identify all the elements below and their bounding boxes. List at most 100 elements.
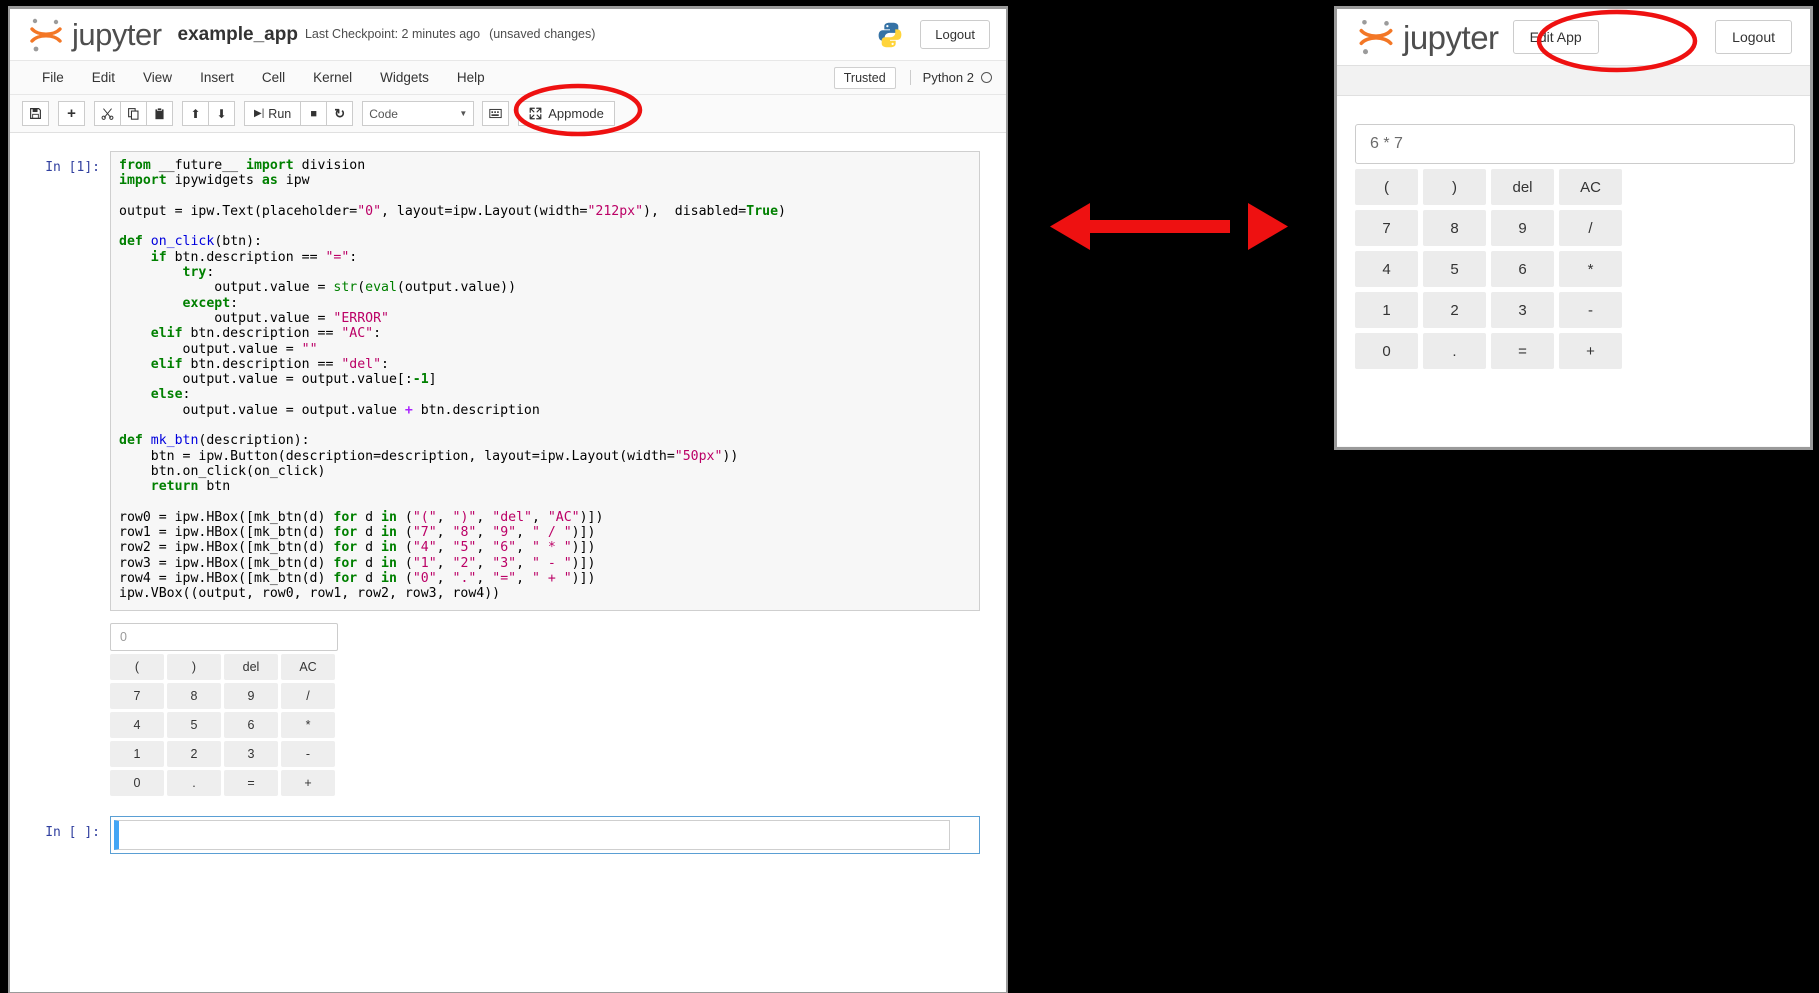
plus-icon: +	[67, 105, 76, 122]
appmode-key-9[interactable]: 9	[1491, 210, 1554, 246]
calculator-row-1: 7 8 9 /	[110, 682, 338, 709]
calc-key-4[interactable]: 4	[110, 711, 164, 738]
command-palette-button[interactable]	[482, 101, 510, 126]
cell-type-select[interactable]: Code ▼	[362, 101, 475, 126]
scissors-icon	[101, 108, 114, 120]
logout-button[interactable]: Logout	[920, 20, 990, 49]
calc-key-6[interactable]: 6	[224, 711, 278, 738]
appmode-key-divide[interactable]: /	[1559, 210, 1622, 246]
menu-file[interactable]: File	[28, 65, 78, 90]
appmode-key-5[interactable]: 5	[1423, 251, 1486, 287]
appmode-calculator-row-4: 0 . = +	[1355, 333, 1795, 369]
arrow-down-icon: ⬇	[216, 106, 227, 121]
kernel-indicator[interactable]: Python 2	[909, 70, 992, 85]
appmode-calculator-display-input[interactable]: 6 * 7	[1355, 124, 1795, 164]
calculator-display-input[interactable]: 0	[110, 622, 338, 651]
jupyter-planet-icon	[1359, 19, 1393, 55]
menu-view[interactable]: View	[129, 65, 186, 90]
calc-key-close-paren[interactable]: )	[167, 653, 221, 680]
calc-key-2[interactable]: 2	[167, 740, 221, 767]
calc-key-1[interactable]: 1	[110, 740, 164, 767]
menu-cell[interactable]: Cell	[248, 65, 299, 90]
stop-square-icon: ■	[310, 107, 318, 120]
calc-key-7[interactable]: 7	[110, 682, 164, 709]
jupyter-logo[interactable]: jupyter	[26, 16, 162, 54]
cut-cell-button[interactable]	[94, 101, 121, 126]
calc-key-equals[interactable]: =	[224, 769, 278, 796]
appmode-calculator-row-1: 7 8 9 /	[1355, 210, 1795, 246]
calc-key-plus[interactable]: +	[281, 769, 335, 796]
move-cell-down-button[interactable]: ⬇	[208, 101, 235, 126]
calc-key-multiply[interactable]: *	[281, 711, 335, 738]
run-cell-button[interactable]: ▶| Run	[244, 101, 302, 126]
menu-insert[interactable]: Insert	[186, 65, 248, 90]
copy-cell-button[interactable]	[120, 101, 147, 126]
appmode-key-6[interactable]: 6	[1491, 251, 1554, 287]
appmode-calculator-row-0: ( ) del AC	[1355, 169, 1795, 205]
menu-help[interactable]: Help	[443, 65, 499, 90]
paste-cell-button[interactable]	[146, 101, 173, 126]
calc-key-5[interactable]: 5	[167, 711, 221, 738]
save-icon	[30, 108, 41, 119]
notebook-toolbar: + ⬆ ⬇ ▶| Run ■ ↻ Code ▼ Appmode	[10, 95, 1006, 133]
calc-key-open-paren[interactable]: (	[110, 653, 164, 680]
copy-icon	[128, 108, 139, 120]
keyboard-icon	[489, 108, 502, 119]
arrow-up-icon: ⬆	[190, 106, 201, 121]
restart-kernel-button[interactable]: ↻	[326, 101, 354, 126]
menu-widgets[interactable]: Widgets	[366, 65, 443, 90]
appmode-key-decimal[interactable]: .	[1423, 333, 1486, 369]
empty-code-cell: In [ ]:	[10, 815, 1006, 854]
restart-circle-icon: ↻	[334, 105, 346, 121]
appmode-key-ac[interactable]: AC	[1559, 169, 1622, 205]
appmode-button[interactable]: Appmode	[518, 101, 615, 126]
jupyter-notebook-window: jupyter example_app Last Checkpoint: 2 m…	[8, 6, 1008, 993]
chevron-down-icon: ▼	[459, 109, 468, 118]
run-triangle-icon: ▶|	[254, 108, 265, 119]
edit-app-button[interactable]: Edit App	[1512, 20, 1599, 54]
appmode-key-4[interactable]: 4	[1355, 251, 1418, 287]
appmode-key-0[interactable]: 0	[1355, 333, 1418, 369]
appmode-key-close-paren[interactable]: )	[1423, 169, 1486, 205]
calc-key-decimal[interactable]: .	[167, 769, 221, 796]
menu-kernel[interactable]: Kernel	[299, 65, 366, 90]
trusted-badge[interactable]: Trusted	[833, 66, 896, 89]
move-cell-up-button[interactable]: ⬆	[182, 101, 209, 126]
appmode-key-plus[interactable]: +	[1559, 333, 1622, 369]
appmode-key-del[interactable]: del	[1491, 169, 1554, 205]
kernel-name-label: Python 2	[922, 70, 974, 85]
notebook-body: In [1]: from __future__ import division …	[10, 133, 1006, 992]
calc-key-3[interactable]: 3	[224, 740, 278, 767]
appmode-key-8[interactable]: 8	[1423, 210, 1486, 246]
appmode-key-minus[interactable]: -	[1559, 292, 1622, 328]
appmode-key-open-paren[interactable]: (	[1355, 169, 1418, 205]
appmode-jupyter-logo[interactable]: jupyter	[1355, 17, 1499, 57]
appmode-logout-button[interactable]: Logout	[1715, 20, 1792, 54]
interrupt-kernel-button[interactable]: ■	[300, 101, 328, 126]
notebook-name[interactable]: example_app	[178, 25, 298, 44]
save-button[interactable]	[22, 101, 49, 126]
appmode-key-7[interactable]: 7	[1355, 210, 1418, 246]
calc-key-8[interactable]: 8	[167, 682, 221, 709]
code-editor[interactable]: from __future__ import division import i…	[110, 151, 980, 611]
insert-cell-below-button[interactable]: +	[58, 101, 85, 126]
appmode-toolbar-strip	[1337, 66, 1810, 96]
appmode-key-2[interactable]: 2	[1423, 292, 1486, 328]
calc-key-0[interactable]: 0	[110, 769, 164, 796]
appmode-key-multiply[interactable]: *	[1559, 251, 1622, 287]
calc-key-minus[interactable]: -	[281, 740, 335, 767]
cell-type-value: Code	[369, 106, 398, 121]
appmode-key-3[interactable]: 3	[1491, 292, 1554, 328]
menu-edit[interactable]: Edit	[78, 65, 129, 90]
run-label: Run	[268, 106, 292, 121]
paste-icon	[155, 107, 164, 120]
checkpoint-status: Last Checkpoint: 2 minutes ago	[304, 27, 481, 42]
calc-key-del[interactable]: del	[224, 653, 278, 680]
calc-key-ac[interactable]: AC	[281, 653, 335, 680]
calculator-row-3: 1 2 3 -	[110, 740, 338, 767]
appmode-key-1[interactable]: 1	[1355, 292, 1418, 328]
calc-key-divide[interactable]: /	[281, 682, 335, 709]
appmode-key-equals[interactable]: =	[1491, 333, 1554, 369]
calc-key-9[interactable]: 9	[224, 682, 278, 709]
empty-code-editor[interactable]	[114, 819, 950, 850]
